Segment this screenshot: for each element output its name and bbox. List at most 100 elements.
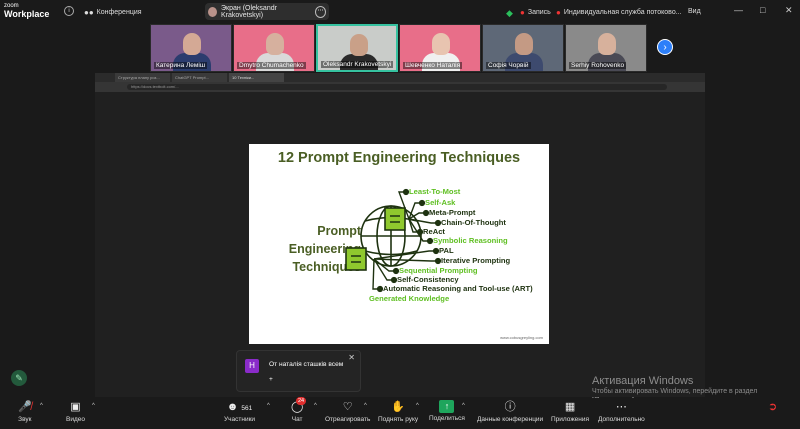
heart-icon: ♡ [342, 401, 353, 413]
technique-label: Self-Consistency [397, 275, 459, 284]
shield-icon: ◆ [506, 8, 513, 18]
connector-dot [426, 237, 434, 245]
notification-body: + [269, 376, 273, 383]
close-icon[interactable]: ✕ [785, 5, 793, 16]
participant-head [266, 33, 284, 55]
connector-dot [422, 209, 430, 217]
chat-badge: 24 [296, 397, 307, 405]
close-notification-icon[interactable]: ✕ [348, 353, 355, 362]
participant-head [350, 34, 368, 56]
participants-icon: ☻ 561 [226, 401, 253, 413]
apps-button[interactable]: ▦ Приложения [551, 400, 589, 423]
participant-head [515, 33, 533, 55]
info-icon[interactable]: i [64, 6, 74, 16]
participant-head [432, 33, 450, 55]
info-circle-icon: ⓘ [504, 401, 516, 413]
reactions-caret-icon[interactable]: ^ [364, 403, 367, 409]
view-menu[interactable]: Вид [688, 8, 701, 15]
connector-line [373, 250, 436, 260]
reactions-label: Отреагировать [325, 416, 371, 423]
recording-status[interactable]: ● Запись [520, 8, 551, 17]
service-label: Индивидуальная служба потоково... [563, 9, 682, 16]
chat-notification[interactable]: Н От наталія сташків всем + ✕ [236, 350, 361, 392]
leave-button[interactable]: ➲ [768, 400, 777, 414]
screen-share-label: Экран (Oleksandr Krakovetskyi) [221, 4, 277, 19]
maximize-icon[interactable]: □ [760, 5, 765, 15]
screen-share-pill[interactable]: Экран (Oleksandr Krakovetskyi) ⋯ [205, 3, 329, 20]
audio-caret-icon[interactable]: ^ [40, 403, 43, 409]
raise-hand-button[interactable]: ✋ Поднять руку [378, 400, 418, 423]
participant-tile[interactable]: Шевченко Наталія [399, 24, 481, 72]
video-caret-icon[interactable]: ^ [92, 403, 95, 409]
zoom-logo: zoom Workplace [4, 2, 49, 19]
connector-dot [434, 219, 442, 227]
chat-caret-icon[interactable]: ^ [314, 403, 317, 409]
notification-message: От наталія сташків всем [269, 361, 344, 368]
browser-tab[interactable]: ChatGPT Prompt... [172, 73, 227, 82]
browser-tabs: Структура плану роз... ChatGPT Prompt... 1… [95, 73, 705, 82]
raise-hand-label: Поднять руку [378, 416, 419, 423]
connector-dot [376, 285, 384, 293]
technique-label: Chain-Of-Thought [441, 218, 506, 227]
technique-label: ReAct [423, 227, 445, 236]
browser-tab[interactable]: 10 Техніки... [229, 73, 284, 82]
participant-tile[interactable]: Oleksandr Krakovetskyi [316, 24, 398, 72]
minimize-icon[interactable]: — [734, 5, 743, 15]
technique-label: PAL [439, 246, 454, 255]
raise-hand-caret-icon[interactable]: ^ [416, 403, 419, 409]
presenter-avatar [208, 6, 218, 17]
chat-button[interactable]: ◯ 24 Чат [291, 397, 307, 423]
participant-tile[interactable]: Катерина Леміш [150, 24, 232, 72]
annotate-icon[interactable]: ✎ [11, 370, 27, 386]
audio-button[interactable]: 🎤̸ Звук [18, 400, 32, 423]
live-icon: ● [556, 8, 561, 17]
view-label: Вид [688, 8, 701, 15]
connector-dot [434, 257, 442, 265]
camera-icon: ▣ [70, 401, 81, 413]
technique-label: Self-Ask [425, 198, 456, 207]
participant-name: Шевченко Наталія [403, 62, 463, 69]
participants-button[interactable]: ☻ 561 Участники [224, 400, 255, 423]
more-icon: ⋯ [615, 401, 627, 413]
connector-dot [402, 188, 410, 196]
meeting-menu[interactable]: ●● Конференция [84, 8, 142, 17]
meeting-label: Конференция [96, 9, 142, 16]
connector-dot [418, 199, 426, 207]
watermark-title: Активация Windows [592, 375, 694, 387]
participant-tile[interactable]: Dmytro Chumachenko [233, 24, 315, 72]
technique-label: Sequential Prompting [399, 266, 478, 275]
conference-data-button[interactable]: ⓘ Данные конференции [477, 400, 543, 423]
technique-label: Meta-Prompt [429, 208, 476, 217]
recording-label: Запись [527, 9, 551, 16]
mic-muted-icon: 🎤̸ [18, 401, 32, 413]
service-status[interactable]: ● Индивидуальная служба потоково... [556, 8, 682, 17]
video-button[interactable]: ▣ Видео [66, 400, 85, 423]
shield-status[interactable]: ◆ [506, 8, 513, 19]
participant-name: Dmytro Chumachenko [237, 62, 306, 69]
share-label: Поделиться [429, 415, 465, 422]
note-box-icon-bottom [345, 247, 367, 271]
share-button[interactable]: ↑ Поделиться [429, 400, 465, 422]
technique-label: Generated Knowledge [369, 294, 450, 303]
participant-strip: Катерина Леміш Dmytro Chumachenko Oleksand… [150, 24, 650, 72]
technique-label: Least-To-Most [409, 187, 461, 196]
note-box-icon-top [384, 207, 406, 231]
more-button[interactable]: ⋯ Дополнительно [598, 400, 645, 423]
connector-dot [390, 276, 398, 284]
more-label: Дополнительно [598, 416, 645, 423]
shared-screen: Структура плану роз... ChatGPT Prompt... 1… [95, 73, 705, 397]
chat-icon: ◯ 24 [291, 397, 307, 413]
participant-tile[interactable]: Софія Чорвій [482, 24, 564, 72]
next-page-icon[interactable]: › [657, 39, 673, 55]
participants-caret-icon[interactable]: ^ [267, 403, 270, 409]
conference-data-label: Данные конференции [477, 416, 544, 423]
more-options-icon[interactable]: ⋯ [315, 5, 327, 18]
browser-tab[interactable]: Структура плану роз... [115, 73, 170, 82]
record-dot-icon: ● [520, 8, 525, 17]
share-caret-icon[interactable]: ^ [462, 403, 465, 409]
participant-tile[interactable]: Serhiy Rohovenko [565, 24, 647, 72]
participant-name: Serhiy Rohovenko [569, 62, 627, 69]
browser-url-bar: https://docs.textbolt.com/... [95, 82, 705, 92]
apps-icon: ▦ [564, 401, 576, 413]
technique-label: Symbolic Reasoning [433, 236, 508, 245]
